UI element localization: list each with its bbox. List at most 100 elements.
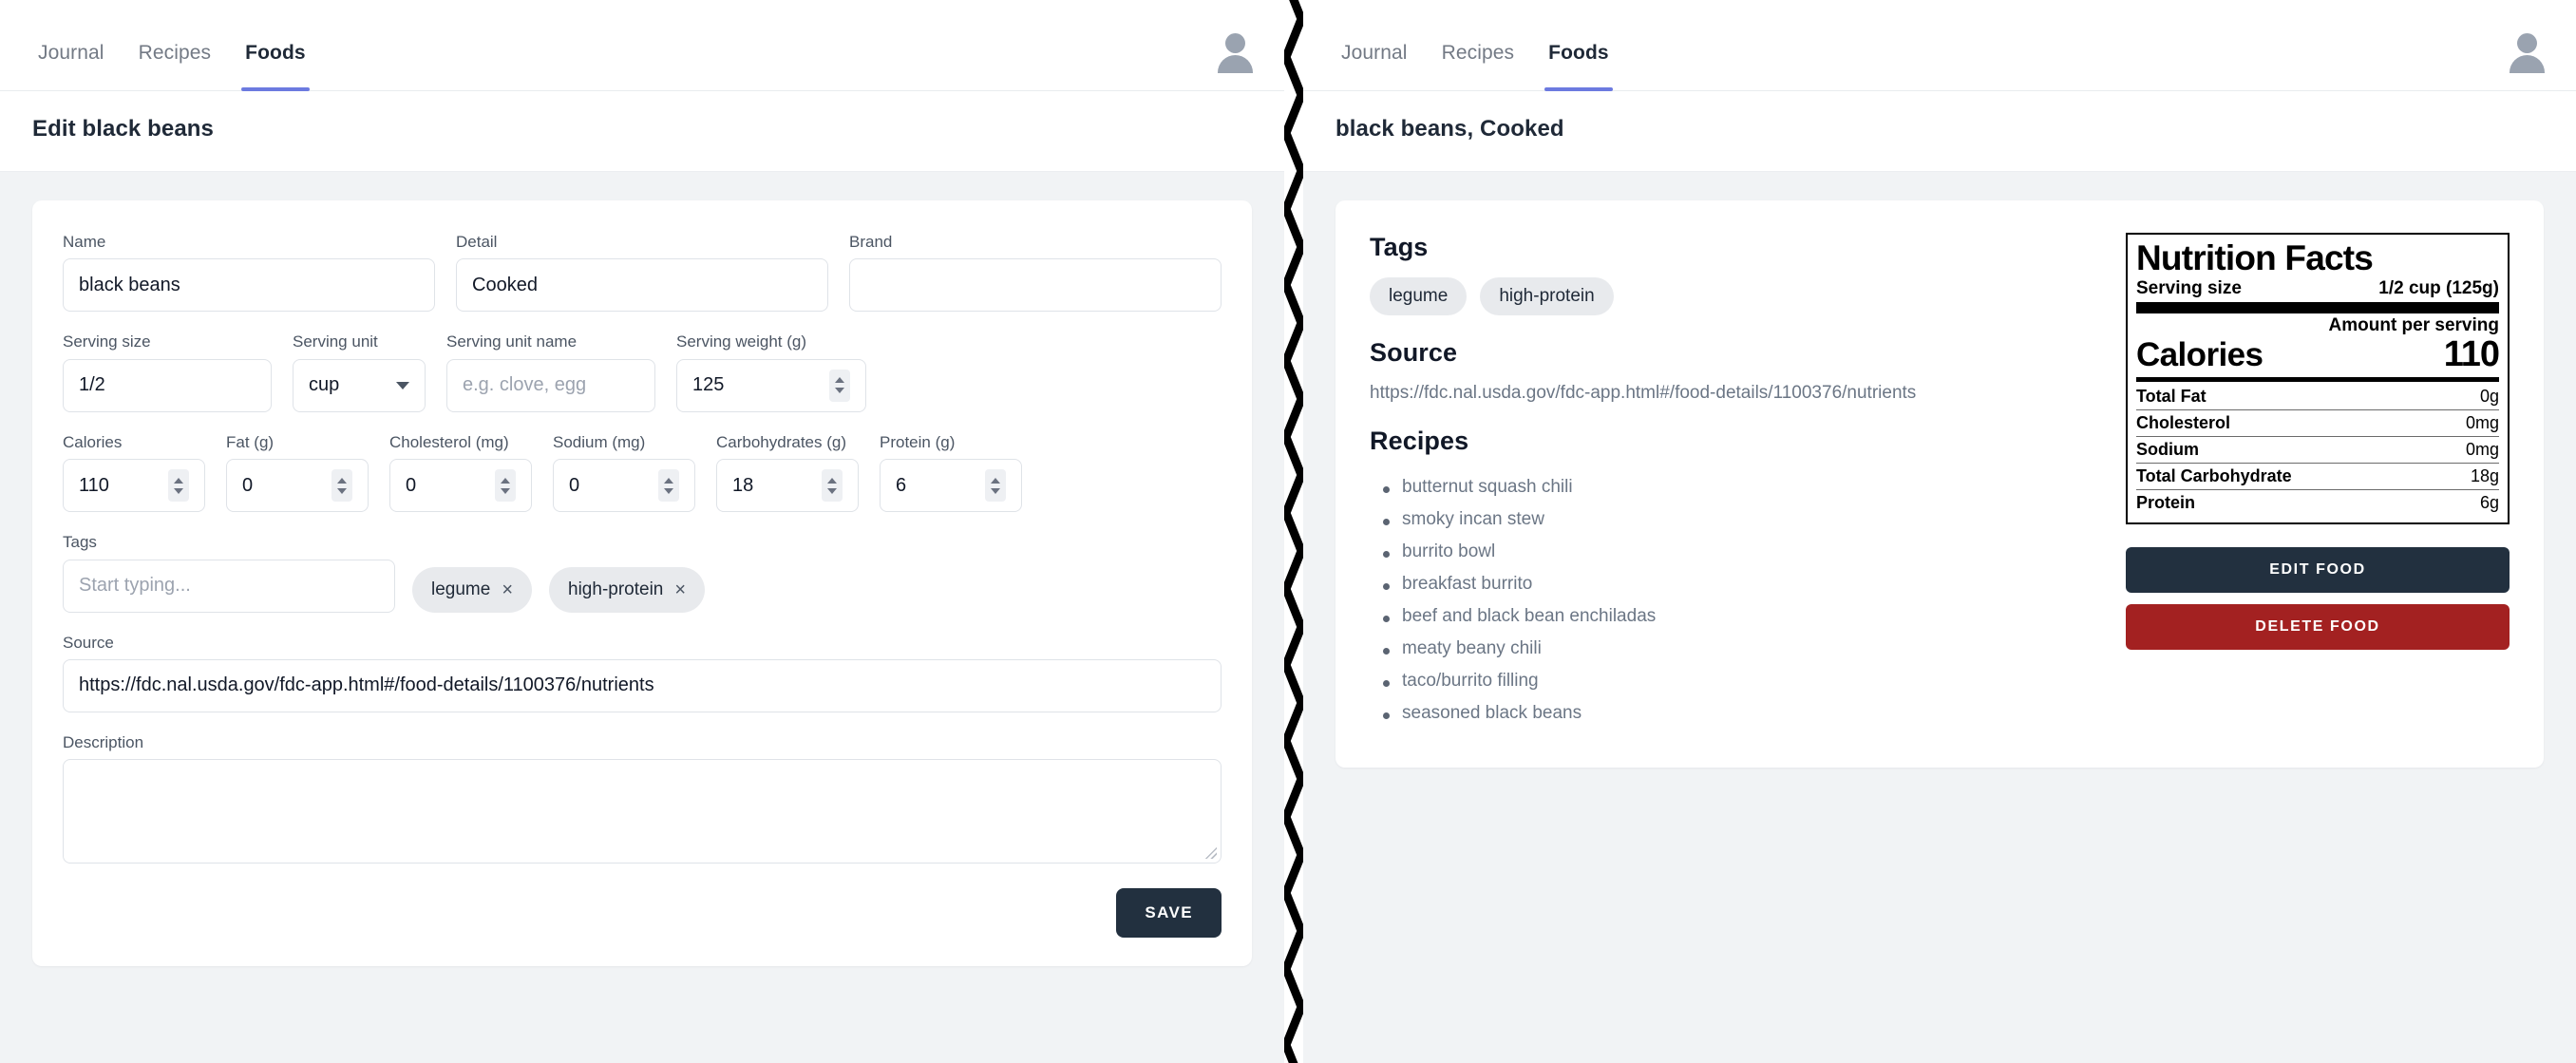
list-item[interactable]: beef and black bean enchiladas: [1370, 600, 2101, 633]
name-input[interactable]: black beans: [63, 258, 435, 313]
stepper-up-icon[interactable]: [835, 377, 844, 384]
cholesterol-stepper[interactable]: [495, 469, 516, 503]
list-item[interactable]: burrito bowl: [1370, 536, 2101, 568]
tags-heading: Tags: [1370, 233, 1429, 261]
tag-chip-legume[interactable]: legume ×: [412, 566, 533, 613]
remove-tag-icon[interactable]: ×: [674, 580, 686, 599]
stepper-down-icon[interactable]: [174, 487, 183, 494]
cholesterol-value: 0: [406, 474, 417, 496]
zigzag-shape: [1284, 0, 1303, 1063]
edit-content-area: Name black beans Detail Cooked Brand Ser…: [0, 172, 1284, 1063]
stepper-up-icon[interactable]: [827, 477, 837, 484]
tag-pill-legume[interactable]: legume: [1370, 277, 1468, 315]
save-button[interactable]: SAVE: [1116, 888, 1222, 939]
description-textarea[interactable]: [63, 759, 1222, 864]
tab-recipes[interactable]: Recipes: [1425, 43, 1532, 91]
nutrient-amount: 0g: [2479, 386, 2499, 406]
label-serving-unit: Serving unit: [293, 332, 378, 351]
food-detail-card: Tags legume high-protein Source https://…: [1335, 200, 2544, 768]
chevron-down-icon: [396, 381, 409, 389]
field-cholesterol: Cholesterol (mg) 0: [389, 433, 532, 513]
tag-chip-label: high-protein: [568, 579, 664, 599]
tab-foods[interactable]: Foods: [1531, 43, 1626, 91]
protein-stepper[interactable]: [985, 469, 1006, 503]
source-link[interactable]: https://fdc.nal.usda.gov/fdc-app.html#/f…: [1370, 383, 2101, 404]
list-item[interactable]: butternut squash chili: [1370, 471, 2101, 503]
screenshot-comparison: Journal Recipes Foods Edit black beans N…: [0, 0, 2576, 1063]
edit-food-button[interactable]: EDIT FOOD: [2126, 546, 2510, 593]
remove-tag-icon[interactable]: ×: [502, 580, 513, 599]
label-protein: Protein (g): [880, 432, 956, 451]
user-avatar-icon[interactable]: [2506, 30, 2548, 73]
source-input[interactable]: https://fdc.nal.usda.gov/fdc-app.html#/f…: [63, 658, 1222, 712]
nutrition-facts-label: Nutrition Facts Serving size 1/2 cup (12…: [2126, 233, 2510, 524]
label-tags: Tags: [63, 533, 97, 552]
source-input-value: https://fdc.nal.usda.gov/fdc-app.html#/f…: [79, 674, 654, 696]
nav-tabs-right: Journal Recipes Foods: [1324, 0, 1626, 91]
stepper-down-icon[interactable]: [337, 487, 347, 494]
detail-input[interactable]: Cooked: [456, 258, 828, 313]
field-serving-weight: Serving weight (g) 125: [676, 332, 866, 412]
field-source: Source https://fdc.nal.usda.gov/fdc-app.…: [63, 634, 1222, 712]
label-serving-unit-name: Serving unit name: [446, 332, 578, 351]
detail-title-bar: black beans, Cooked: [1303, 91, 2576, 172]
tab-journal[interactable]: Journal: [21, 43, 122, 91]
calories-stepper[interactable]: [168, 469, 189, 503]
stepper-down-icon[interactable]: [827, 487, 837, 494]
tags-placeholder: Start typing...: [79, 575, 191, 597]
list-item[interactable]: seasoned black beans: [1370, 697, 2101, 730]
edit-food-pane: Journal Recipes Foods Edit black beans N…: [0, 0, 1284, 1063]
stepper-down-icon[interactable]: [991, 487, 1000, 494]
protein-input[interactable]: 6: [880, 459, 1022, 513]
stepper-up-icon[interactable]: [991, 477, 1000, 484]
calories-input[interactable]: 110: [63, 459, 205, 513]
nutrient-amount: 0mg: [2465, 439, 2499, 459]
fat-stepper[interactable]: [331, 469, 352, 503]
stepper-up-icon[interactable]: [337, 477, 347, 484]
sodium-stepper[interactable]: [658, 469, 679, 503]
serving-weight-value: 125: [692, 374, 725, 396]
source-heading: Source: [1370, 338, 1458, 367]
user-avatar-icon[interactable]: [1214, 30, 1256, 73]
stepper-up-icon[interactable]: [664, 477, 673, 484]
fat-value: 0: [242, 474, 254, 496]
tag-pill-high-protein[interactable]: high-protein: [1480, 277, 1614, 315]
serving-unit-select[interactable]: cup: [293, 358, 426, 412]
field-brand: Brand: [849, 233, 1222, 313]
fat-input[interactable]: 0: [226, 459, 369, 513]
calories-label: Calories: [2136, 335, 2263, 373]
list-item[interactable]: breakfast burrito: [1370, 568, 2101, 600]
stepper-down-icon[interactable]: [835, 388, 844, 394]
serving-size-input[interactable]: 1/2: [63, 358, 272, 412]
field-calories: Calories 110: [63, 433, 205, 513]
stepper-down-icon[interactable]: [501, 487, 510, 494]
cholesterol-input[interactable]: 0: [389, 459, 532, 513]
delete-food-button[interactable]: DELETE FOOD: [2126, 603, 2510, 650]
calories-value: 110: [79, 474, 109, 496]
field-name: Name black beans: [63, 233, 435, 313]
tab-recipes[interactable]: Recipes: [122, 43, 229, 91]
tab-journal[interactable]: Journal: [1324, 43, 1425, 91]
serving-unit-name-input[interactable]: e.g. clove, egg: [446, 358, 655, 412]
serving-size-value: 1/2: [79, 374, 105, 396]
carbohydrates-stepper[interactable]: [822, 469, 843, 503]
brand-input[interactable]: [849, 258, 1222, 313]
stepper-down-icon[interactable]: [664, 487, 673, 494]
label-fat: Fat (g): [226, 432, 275, 451]
form-row-source: Source https://fdc.nal.usda.gov/fdc-app.…: [63, 634, 1222, 712]
sodium-input[interactable]: 0: [553, 459, 695, 513]
serving-weight-input[interactable]: 125: [676, 358, 866, 412]
list-item[interactable]: taco/burrito filling: [1370, 665, 2101, 697]
list-item[interactable]: smoky incan stew: [1370, 503, 2101, 536]
tab-foods[interactable]: Foods: [228, 43, 323, 91]
detail-input-value: Cooked: [472, 274, 538, 295]
torn-edge-divider: [1284, 0, 1303, 1063]
stepper-up-icon[interactable]: [174, 477, 183, 484]
carbohydrates-input[interactable]: 18: [716, 459, 859, 513]
tags-input[interactable]: Start typing...: [63, 559, 395, 613]
form-row-description: Description: [63, 733, 1222, 864]
serving-weight-stepper[interactable]: [829, 369, 850, 402]
list-item[interactable]: meaty beany chili: [1370, 633, 2101, 665]
stepper-up-icon[interactable]: [501, 477, 510, 484]
tag-chip-high-protein[interactable]: high-protein ×: [549, 566, 706, 613]
